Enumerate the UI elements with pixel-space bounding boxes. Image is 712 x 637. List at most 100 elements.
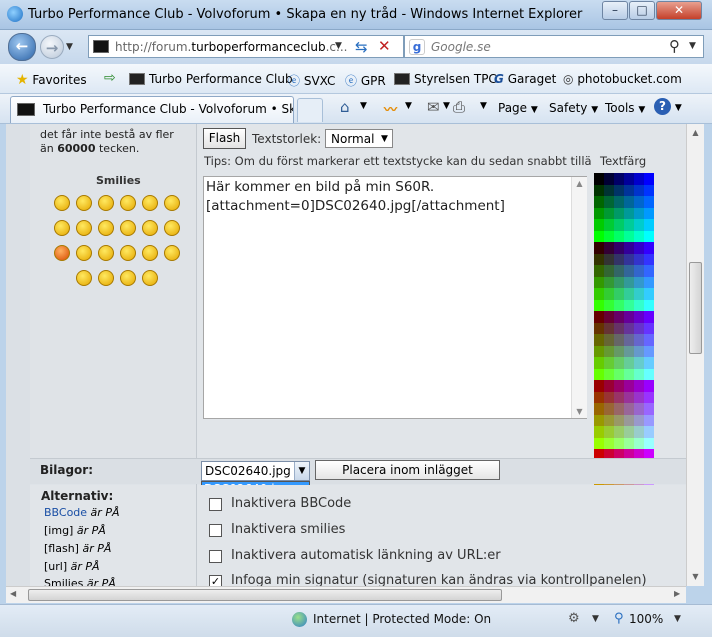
color-swatch[interactable] — [604, 437, 614, 449]
color-swatch[interactable] — [624, 391, 634, 403]
new-tab-button[interactable] — [297, 98, 323, 122]
color-swatch[interactable] — [614, 322, 624, 334]
fav-item-photobucket[interactable]: ◎ photobucket.com — [563, 72, 682, 86]
color-swatch[interactable] — [594, 334, 604, 346]
color-swatch[interactable] — [634, 437, 644, 449]
favorites-button[interactable]: ★ Favorites — [16, 72, 87, 88]
color-swatch[interactable] — [594, 414, 604, 426]
print-dropdown-icon[interactable]: ▼ — [480, 101, 487, 111]
page-vertical-scrollbar[interactable]: ▲ ▼ — [686, 124, 704, 586]
color-swatch[interactable] — [634, 184, 644, 196]
color-swatch[interactable] — [644, 437, 654, 449]
editor-scrollbar[interactable]: ▲ ▼ — [571, 177, 587, 418]
smiley-icon[interactable] — [98, 270, 114, 286]
color-swatch[interactable] — [594, 368, 604, 380]
minimize-button[interactable]: – — [602, 1, 628, 20]
color-swatch[interactable] — [614, 403, 624, 415]
stop-icon[interactable]: ✕ — [378, 37, 391, 55]
color-swatch[interactable] — [624, 334, 634, 346]
color-swatch[interactable] — [634, 391, 644, 403]
color-swatch[interactable] — [594, 288, 604, 300]
color-swatch[interactable] — [594, 242, 604, 254]
color-swatch[interactable] — [614, 184, 624, 196]
color-swatch[interactable] — [604, 173, 614, 185]
color-swatch[interactable] — [644, 403, 654, 415]
color-swatch[interactable] — [614, 311, 624, 323]
fav-item-turbo[interactable]: Turbo Performance Club — [129, 72, 293, 86]
color-swatch[interactable] — [614, 380, 624, 392]
history-dropdown-icon[interactable]: ▼ — [66, 42, 73, 52]
disable-smilies-checkbox[interactable] — [209, 524, 222, 537]
color-swatch[interactable] — [604, 253, 614, 265]
color-swatch[interactable] — [614, 288, 624, 300]
color-swatch[interactable] — [614, 368, 624, 380]
disable-autolink-checkbox[interactable] — [209, 550, 222, 563]
color-swatch[interactable] — [594, 311, 604, 323]
color-swatch[interactable] — [614, 437, 624, 449]
scroll-up-icon[interactable]: ▲ — [687, 128, 704, 137]
color-swatch[interactable] — [644, 345, 654, 357]
color-swatch[interactable] — [614, 426, 624, 438]
color-swatch[interactable] — [634, 414, 644, 426]
color-swatch[interactable] — [614, 334, 624, 346]
color-swatch[interactable] — [624, 230, 634, 242]
flash-button[interactable]: Flash — [203, 128, 246, 149]
color-swatch[interactable] — [644, 230, 654, 242]
color-swatch[interactable] — [604, 380, 614, 392]
color-swatch[interactable] — [604, 219, 614, 231]
scroll-left-icon[interactable]: ◀ — [10, 589, 16, 598]
color-swatch[interactable] — [644, 322, 654, 334]
disable-bbcode-checkbox[interactable] — [209, 498, 222, 511]
color-swatch[interactable] — [624, 242, 634, 254]
search-icon[interactable]: ⚲ — [669, 37, 680, 55]
color-swatch[interactable] — [624, 426, 634, 438]
color-swatch[interactable] — [634, 230, 644, 242]
color-swatch[interactable] — [604, 345, 614, 357]
color-swatch[interactable] — [624, 276, 634, 288]
smiley-icon[interactable] — [98, 245, 114, 261]
color-swatch[interactable] — [614, 242, 624, 254]
page-scroll-thumb[interactable] — [689, 262, 702, 354]
feeds-dropdown-icon[interactable]: ▼ — [405, 101, 412, 111]
color-swatch[interactable] — [644, 196, 654, 208]
back-button[interactable]: ← — [8, 33, 36, 61]
color-swatch[interactable] — [624, 414, 634, 426]
smiley-icon[interactable] — [164, 245, 180, 261]
smiley-icon[interactable] — [76, 220, 92, 236]
color-swatch[interactable] — [634, 219, 644, 231]
color-swatch[interactable] — [604, 334, 614, 346]
color-swatch[interactable] — [614, 299, 624, 311]
safety-menu[interactable]: Safety ▼ — [549, 101, 598, 115]
color-swatch[interactable] — [644, 426, 654, 438]
page-menu[interactable]: Page ▼ — [498, 101, 538, 115]
page-horizontal-scrollbar[interactable]: ◀ ▶ — [6, 586, 686, 603]
color-swatch[interactable] — [624, 207, 634, 219]
color-swatch[interactable] — [624, 265, 634, 277]
color-swatch[interactable] — [604, 299, 614, 311]
color-swatch[interactable] — [624, 311, 634, 323]
tab-active[interactable]: Turbo Performance Club - Volvoforum • Sk… — [10, 96, 294, 123]
bbcode-link[interactable]: BBCode — [44, 506, 87, 519]
color-swatch[interactable] — [634, 357, 644, 369]
smiley-icon[interactable] — [120, 245, 136, 261]
color-swatch[interactable] — [594, 403, 604, 415]
color-swatch[interactable] — [604, 276, 614, 288]
color-swatch[interactable] — [624, 368, 634, 380]
help-menu[interactable]: ? ▼ — [654, 98, 682, 115]
color-swatch[interactable] — [634, 288, 644, 300]
color-swatch[interactable] — [634, 196, 644, 208]
color-swatch[interactable] — [594, 265, 604, 277]
color-swatch[interactable] — [614, 207, 624, 219]
color-swatch[interactable] — [624, 184, 634, 196]
color-swatch[interactable] — [634, 368, 644, 380]
color-swatch[interactable] — [634, 426, 644, 438]
tools-menu[interactable]: Tools ▼ — [605, 101, 645, 115]
color-swatch[interactable] — [594, 173, 604, 185]
refresh-compat-icon[interactable]: ⇆ — [355, 38, 368, 56]
color-swatch[interactable] — [644, 368, 654, 380]
color-swatch[interactable] — [594, 357, 604, 369]
color-swatch[interactable] — [604, 207, 614, 219]
color-swatch[interactable] — [634, 207, 644, 219]
color-swatch[interactable] — [614, 345, 624, 357]
color-swatch[interactable] — [644, 414, 654, 426]
